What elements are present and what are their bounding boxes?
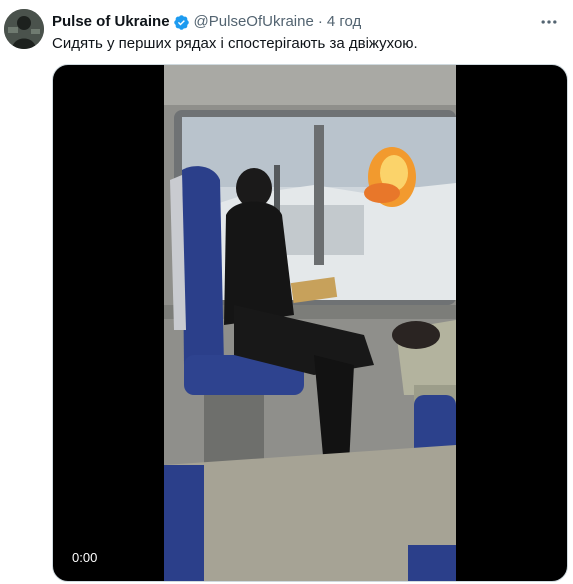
avatar-image [4, 9, 44, 49]
more-icon[interactable] [537, 10, 561, 34]
video-frame [164, 65, 456, 581]
tweet-text: Сидять у перших рядах і спостерігають за… [52, 35, 418, 52]
verified-badge-icon [173, 14, 190, 31]
separator-dot: · [317, 13, 323, 30]
tweet-time[interactable]: 4 год [327, 12, 361, 32]
tweet-header: Pulse of Ukraine @PulseOfUkraine · 4 год [52, 12, 533, 32]
video-player[interactable]: 0:00 [52, 64, 568, 582]
handle[interactable]: @PulseOfUkraine [194, 12, 314, 32]
video-timestamp: 0:00 [66, 549, 104, 567]
display-name[interactable]: Pulse of Ukraine [52, 12, 170, 32]
tweet[interactable]: Pulse of Ukraine @PulseOfUkraine · 4 год… [0, 0, 573, 584]
avatar[interactable] [4, 9, 44, 49]
